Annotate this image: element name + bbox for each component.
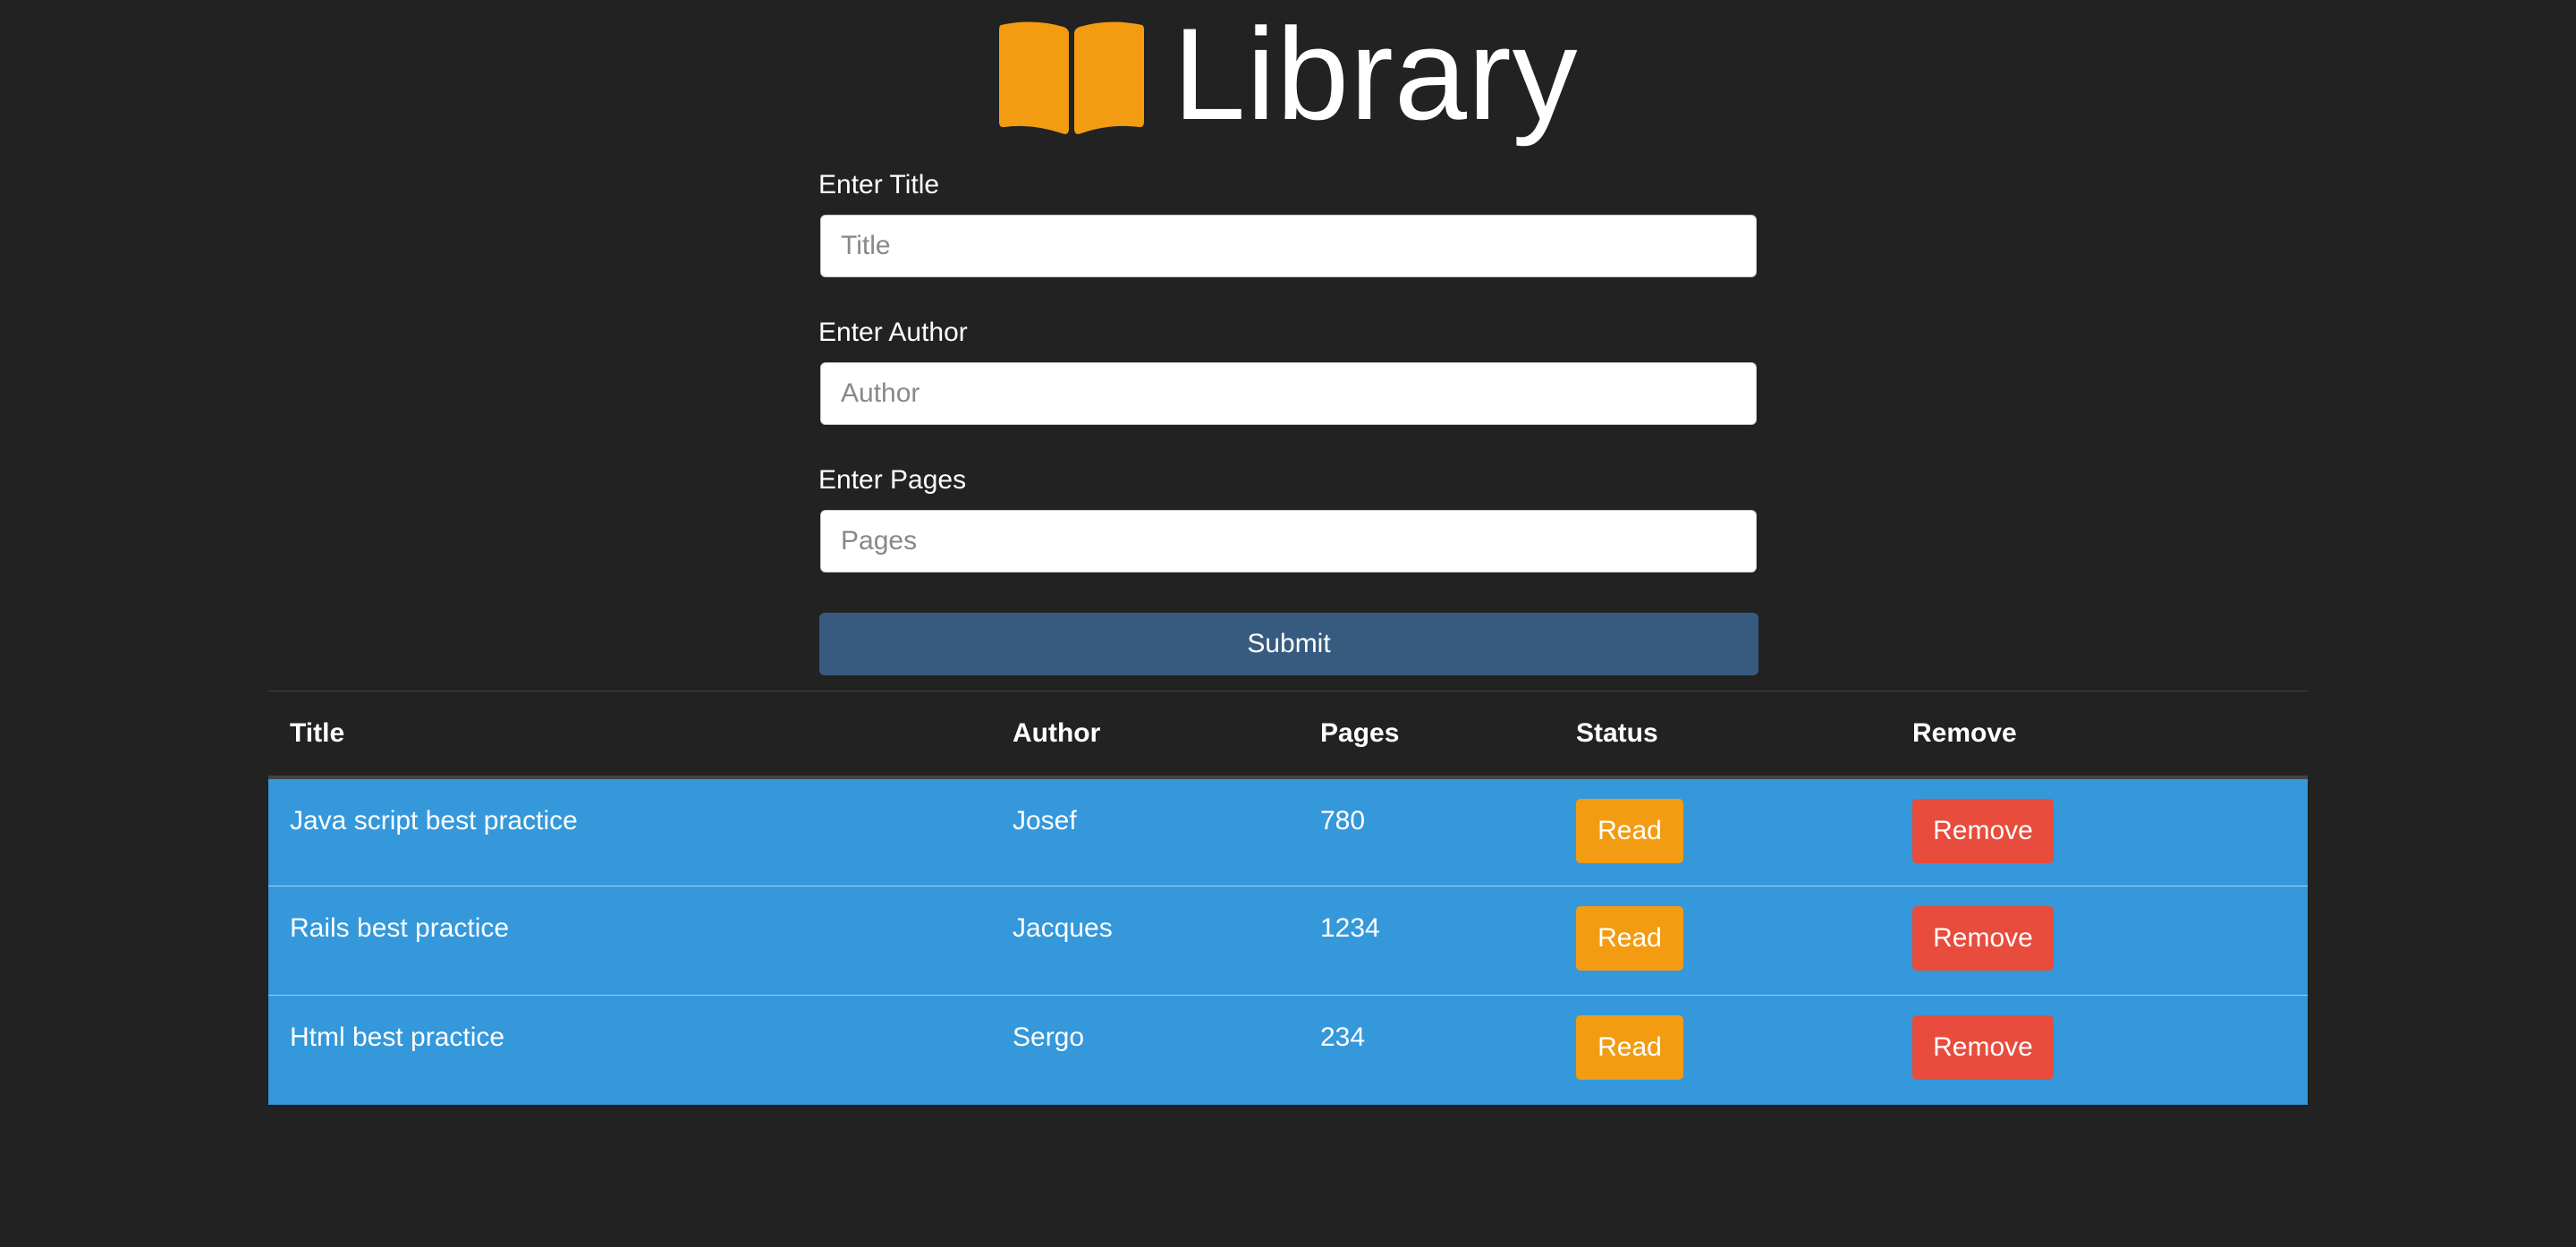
cell-title: Java script best practice bbox=[290, 805, 578, 836]
header: Library bbox=[0, 9, 2576, 140]
title-label: Enter Title bbox=[818, 170, 940, 199]
column-header-status: Status bbox=[1576, 717, 1658, 748]
table-body: Java script best practice Josef 780 Read… bbox=[268, 776, 2308, 1105]
cell-remove: Remove bbox=[1891, 777, 2308, 886]
pages-input[interactable] bbox=[820, 510, 1757, 573]
author-input[interactable] bbox=[820, 362, 1757, 425]
cell-remove: Remove bbox=[1891, 886, 2308, 996]
books-table: Title Author Pages Status Remove Java sc… bbox=[268, 691, 2308, 1105]
cell-status: Read bbox=[1555, 886, 1891, 996]
cell-pages: 1234 bbox=[1320, 913, 1380, 943]
app-title: Library bbox=[1173, 1, 1579, 147]
table-row: Rails best practice Jacques 1234 Read Re… bbox=[268, 886, 2308, 996]
title-input[interactable] bbox=[820, 215, 1757, 277]
column-header-author: Author bbox=[1013, 717, 1101, 748]
author-label: Enter Author bbox=[818, 318, 968, 347]
table-header: Title Author Pages Status Remove bbox=[268, 691, 2308, 777]
brand: Library bbox=[997, 9, 1578, 140]
title-group: Enter Title bbox=[818, 170, 1758, 318]
cell-status: Read bbox=[1555, 996, 1891, 1105]
remove-button[interactable]: Remove bbox=[1912, 798, 2054, 863]
cell-title: Rails best practice bbox=[290, 913, 510, 943]
pages-group: Enter Pages bbox=[818, 465, 1758, 613]
cell-remove: Remove bbox=[1891, 996, 2308, 1105]
read-status-button[interactable]: Read bbox=[1576, 1015, 1683, 1080]
cell-pages: 780 bbox=[1320, 805, 1366, 836]
cell-status: Read bbox=[1555, 777, 1891, 886]
submit-button[interactable]: Submit bbox=[819, 613, 1758, 675]
cell-author: Sergo bbox=[1013, 1022, 1085, 1052]
read-status-button[interactable]: Read bbox=[1576, 798, 1683, 863]
remove-button[interactable]: Remove bbox=[1912, 906, 2054, 971]
column-header-remove: Remove bbox=[1912, 717, 2017, 748]
cell-author: Josef bbox=[1013, 805, 1077, 836]
books-table-container: Title Author Pages Status Remove Java sc… bbox=[268, 691, 2308, 1105]
table-row: Html best practice Sergo 234 Read Remove bbox=[268, 995, 2308, 1105]
column-header-pages: Pages bbox=[1320, 717, 1400, 748]
cell-title: Html best practice bbox=[290, 1022, 505, 1052]
read-status-button[interactable]: Read bbox=[1576, 906, 1683, 971]
cell-author: Jacques bbox=[1013, 913, 1113, 943]
add-book-form: Enter Title Enter Author Enter Pages bbox=[818, 170, 1758, 613]
author-group: Enter Author bbox=[818, 318, 1758, 465]
table-header-row: Title Author Pages Status Remove bbox=[268, 691, 2308, 777]
cell-pages: 234 bbox=[1320, 1022, 1366, 1052]
table-row: Java script best practice Josef 780 Read… bbox=[268, 776, 2308, 886]
pages-label: Enter Pages bbox=[818, 465, 967, 495]
remove-button[interactable]: Remove bbox=[1912, 1015, 2054, 1080]
column-header-title: Title bbox=[290, 717, 345, 748]
open-book-icon bbox=[999, 21, 1145, 134]
